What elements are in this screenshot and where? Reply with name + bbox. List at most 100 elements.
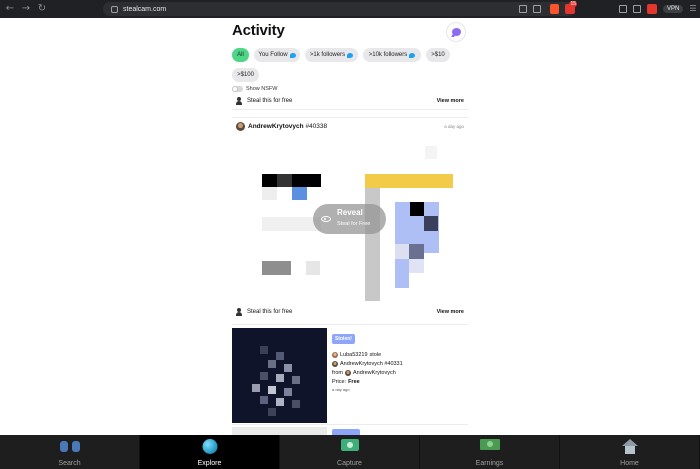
steal-row: Steal this for free View more xyxy=(232,306,468,318)
stolen-details: Luba53219 stole AndrewKrytovych #40331 f… xyxy=(332,350,464,392)
reveal-button[interactable]: Reveal Steal for Free xyxy=(313,204,386,234)
post-timestamp: a day ago xyxy=(444,123,464,129)
view-more-button[interactable]: View more xyxy=(437,309,464,315)
sidebar-icon[interactable] xyxy=(633,4,641,13)
pixel-block xyxy=(260,396,268,404)
binoculars-icon xyxy=(59,439,80,453)
pixel-block xyxy=(262,187,277,200)
menu-icon[interactable]: ☰ xyxy=(689,4,696,13)
pixel-block xyxy=(262,261,291,275)
reload-icon[interactable]: ↻ xyxy=(36,3,48,15)
stolen-timestamp: a day ago xyxy=(332,387,350,392)
filter-over-10[interactable]: >$10 xyxy=(426,48,450,62)
post-author[interactable]: AndrewKrytovych #40338 xyxy=(248,123,327,130)
avatar[interactable] xyxy=(332,351,338,358)
pixel-block xyxy=(268,360,276,368)
tab-capture[interactable]: Capture xyxy=(280,435,420,469)
filter-label: >1k followers xyxy=(309,52,346,58)
site-info-icon[interactable] xyxy=(111,5,118,13)
toggle-knob xyxy=(232,86,238,92)
pixel-block xyxy=(292,400,300,408)
filter-over-100[interactable]: >$100 xyxy=(232,68,259,82)
nsfw-label: Show NSFW xyxy=(246,86,278,92)
back-arrow-icon[interactable]: ← xyxy=(4,3,16,15)
house-icon xyxy=(621,439,638,454)
stolen-activity-card: Stolen! Luba53219 stole AndrewKrytovych … xyxy=(232,328,468,423)
divider xyxy=(232,109,468,110)
pixel-block xyxy=(276,374,284,382)
pixel-block xyxy=(268,386,276,394)
tab-home[interactable]: Home xyxy=(560,435,700,469)
stolen-photo-thumbnail[interactable] xyxy=(232,328,327,423)
twitter-icon xyxy=(347,52,354,58)
reveal-title: Reveal xyxy=(337,208,363,217)
forward-arrow-icon[interactable]: → xyxy=(20,3,32,15)
tab-label: Home xyxy=(620,460,639,467)
bottom-tab-bar: Search Explore Capture Earnings Home xyxy=(0,435,700,469)
pixel-block xyxy=(395,273,409,288)
tab-label: Search xyxy=(58,460,81,467)
pixel-block xyxy=(395,244,409,259)
tab-label: Explore xyxy=(197,460,222,467)
steal-for-free-link[interactable]: Steal this for free xyxy=(247,98,292,104)
pixel-block xyxy=(277,174,292,187)
from-user[interactable]: AndrewKrytovych xyxy=(353,370,396,376)
post-header: AndrewKrytovych #40338 a day ago xyxy=(232,120,468,132)
wallet-icon[interactable] xyxy=(647,3,657,14)
chat-button[interactable] xyxy=(446,22,466,42)
pixel-block xyxy=(276,352,284,360)
eye-icon xyxy=(321,216,331,222)
divider xyxy=(232,324,468,325)
pixel-block xyxy=(409,244,424,259)
pixel-block xyxy=(284,364,292,372)
bookmark-icon[interactable] xyxy=(533,4,541,13)
avatar[interactable] xyxy=(345,369,351,376)
filter-label: >$10 xyxy=(431,52,445,58)
filter-label: >10k followers xyxy=(368,52,408,58)
pixel-block xyxy=(306,261,320,275)
extensions-puzzle-icon[interactable] xyxy=(619,4,627,13)
tab-explore[interactable]: Explore xyxy=(140,435,280,469)
activity-page: Activity All You Follow >1k followers >1… xyxy=(232,18,468,435)
filter-you-follow[interactable]: You Follow xyxy=(254,48,300,62)
post-number: #40338 xyxy=(305,122,328,130)
stealer-line: Luba53219 stole xyxy=(332,350,464,359)
pixel-block xyxy=(260,372,268,380)
share-icon[interactable] xyxy=(519,4,527,13)
hidden-photo[interactable]: Reveal Steal for Free xyxy=(232,139,468,301)
tab-label: Capture xyxy=(337,460,362,467)
filter-all[interactable]: All xyxy=(232,48,249,62)
page-title: Activity xyxy=(232,22,285,39)
steal-for-free-link[interactable]: Steal this for free xyxy=(247,309,292,315)
stealer-name[interactable]: Luba53219 xyxy=(340,352,368,358)
url-text: stealcam.com xyxy=(123,5,167,13)
pixel-block xyxy=(424,216,438,231)
tab-search[interactable]: Search xyxy=(0,435,140,469)
avatar[interactable] xyxy=(236,121,245,131)
item-line: AndrewKrytovych #40331 xyxy=(332,359,464,368)
avatar[interactable] xyxy=(332,360,338,367)
filter-label: You Follow xyxy=(258,52,288,58)
filter-1k-followers[interactable]: >1k followers xyxy=(305,48,358,62)
pixel-block xyxy=(268,408,276,416)
stole-word: stole xyxy=(369,351,382,358)
stolen-item-name[interactable]: AndrewKrytovych #40331 xyxy=(340,361,403,367)
camera-icon xyxy=(340,439,359,451)
filter-10k-followers[interactable]: >10k followers xyxy=(363,48,421,62)
price-line: Price: Free xyxy=(332,377,464,386)
rewards-icon[interactable]: 15 xyxy=(565,0,577,14)
twitter-icon xyxy=(409,52,416,58)
nsfw-toggle[interactable] xyxy=(232,86,243,92)
next-card-thumbnail[interactable] xyxy=(232,427,327,435)
pixel-block xyxy=(276,398,284,406)
steal-row: Steal this for free View more xyxy=(232,95,468,107)
vpn-button[interactable]: VPN xyxy=(663,4,684,13)
pixel-block xyxy=(365,174,453,188)
toolbar-right: VPN ☰ xyxy=(619,3,697,14)
pixel-block xyxy=(284,388,292,396)
tab-earnings[interactable]: Earnings xyxy=(420,435,560,469)
globe-icon xyxy=(202,439,217,454)
address-bar[interactable]: stealcam.com xyxy=(103,2,575,16)
view-more-button[interactable]: View more xyxy=(437,98,464,104)
brave-shield-icon[interactable] xyxy=(550,3,559,14)
